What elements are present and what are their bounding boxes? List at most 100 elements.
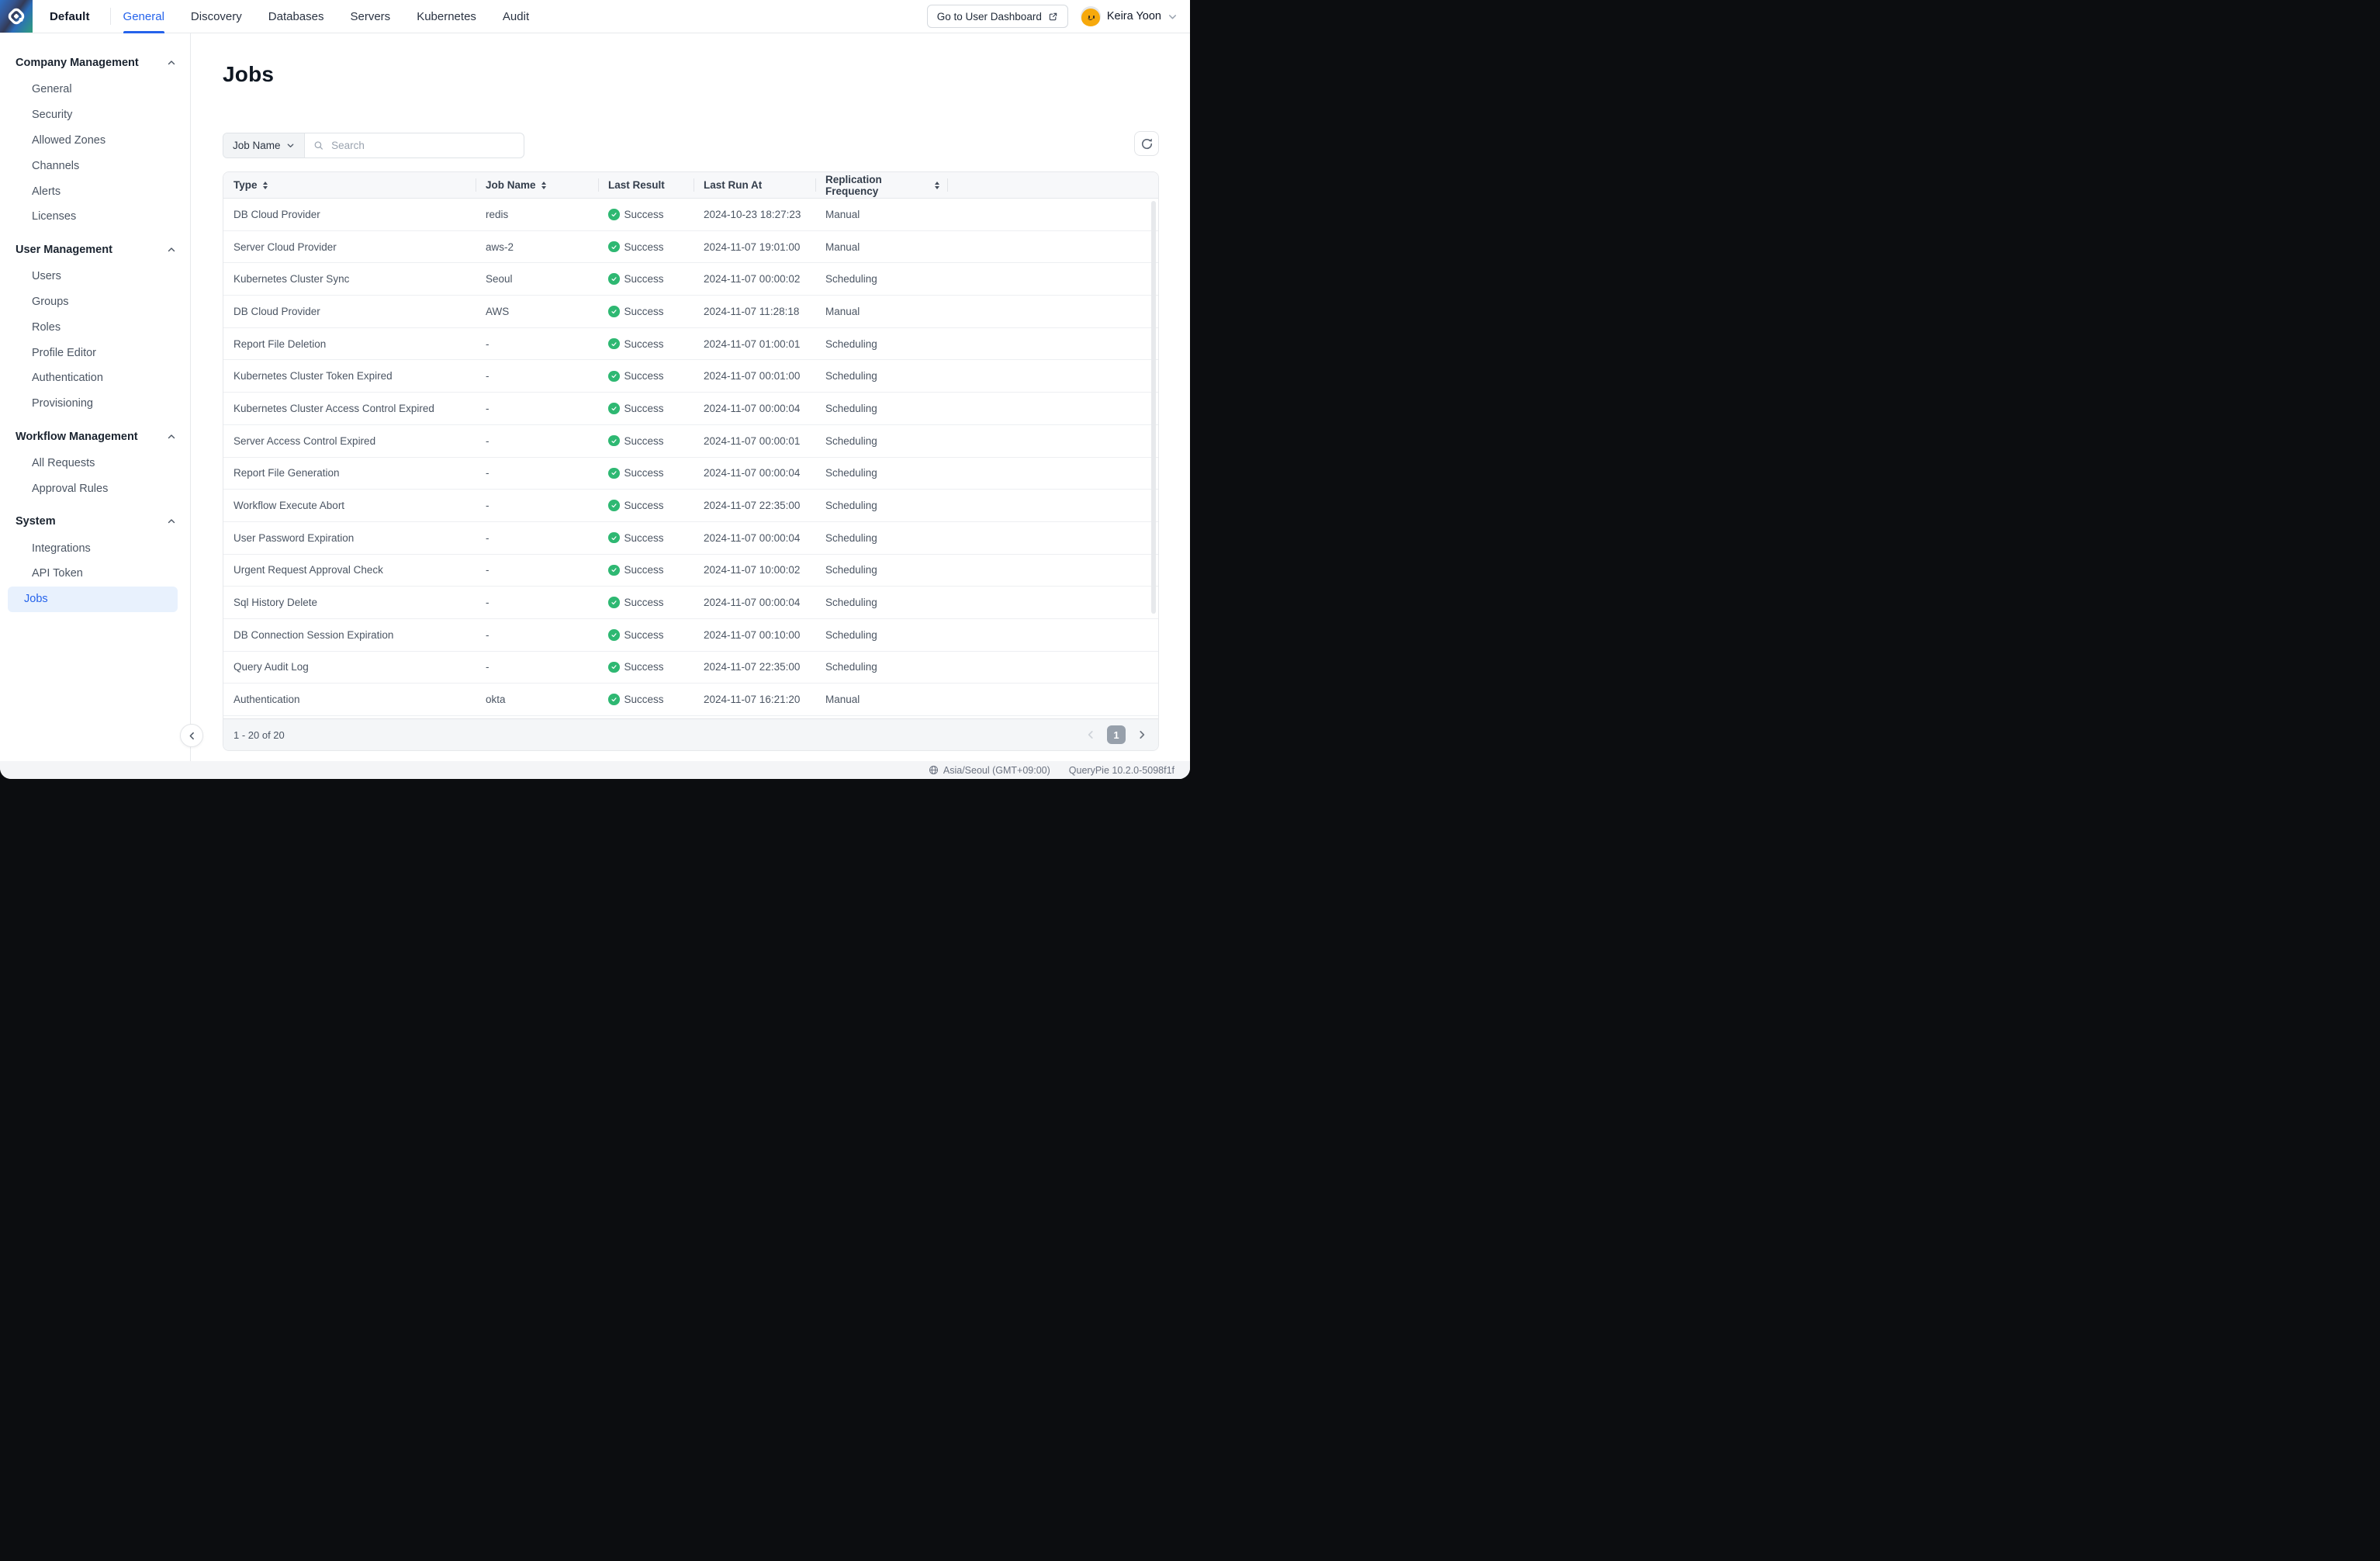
sidebar-item-roles[interactable]: Roles <box>8 314 178 340</box>
next-page-button[interactable] <box>1136 729 1147 740</box>
success-check-icon <box>608 629 620 641</box>
cell-empty <box>947 199 1158 230</box>
column-header-type[interactable]: Type <box>223 172 476 198</box>
table-row[interactable]: Workflow Execute Abort - Success 2024-11… <box>223 490 1158 522</box>
table-row[interactable]: Server Access Control Expired - Success … <box>223 425 1158 458</box>
search-input[interactable] <box>330 139 515 152</box>
filter-row: Job Name <box>223 131 1159 158</box>
success-check-icon <box>608 306 620 317</box>
sidebar-item-allowed-zones[interactable]: Allowed Zones <box>8 128 178 154</box>
table-row[interactable]: Authentication okta Success 2024-11-07 1… <box>223 684 1158 716</box>
table-row[interactable]: Kubernetes Cluster Sync Seoul Success 20… <box>223 263 1158 296</box>
success-check-icon <box>608 338 620 350</box>
cell-replication-frequency: Manual <box>815 199 947 230</box>
sidebar-item-all-requests[interactable]: All Requests <box>8 451 178 476</box>
table-row[interactable]: Kubernetes Cluster Token Expired - Succe… <box>223 360 1158 393</box>
sidebar-section-header[interactable]: User Management <box>0 240 190 260</box>
result-label: Success <box>624 435 664 447</box>
sidebar-section-header[interactable]: Company Management <box>0 53 190 73</box>
sidebar-section: System IntegrationsAPI TokenJobs <box>0 511 190 611</box>
sidebar-item-jobs[interactable]: Jobs <box>8 587 178 612</box>
cell-type: Kubernetes Cluster Token Expired <box>223 360 476 392</box>
nav-tab-databases[interactable]: Databases <box>268 0 324 33</box>
table-row[interactable]: Urgent Request Approval Check - Success … <box>223 555 1158 587</box>
table-row[interactable]: DB Cloud Provider AWS Success 2024-11-07… <box>223 296 1158 328</box>
sidebar-item-channels[interactable]: Channels <box>8 153 178 178</box>
cell-type: Sql History Delete <box>223 587 476 618</box>
cell-last-result: Success <box>598 425 694 457</box>
cell-last-run-at: 2024-11-07 16:21:20 <box>694 684 815 715</box>
cell-replication-frequency: Scheduling <box>815 490 947 521</box>
cell-job-name: - <box>476 555 598 587</box>
cell-last-run-at: 2024-11-07 22:35:00 <box>694 490 815 521</box>
nav-tab-general[interactable]: General <box>123 0 164 33</box>
filter-field-dropdown[interactable]: Job Name <box>223 133 305 157</box>
screen: Default General Discovery Databases Servers… <box>0 0 1190 780</box>
sidebar-item-provisioning[interactable]: Provisioning <box>8 391 178 417</box>
cell-type: Authentication <box>223 684 476 715</box>
sidebar-item-api-token[interactable]: API Token <box>8 561 178 587</box>
go-to-user-dashboard-button[interactable]: Go to User Dashboard <box>927 5 1068 28</box>
table-row[interactable]: Query Audit Log - Success 2024-11-07 22:… <box>223 652 1158 684</box>
sidebar-item-groups[interactable]: Groups <box>8 289 178 315</box>
sidebar-item-users[interactable]: Users <box>8 264 178 289</box>
cell-job-name: - <box>476 619 598 651</box>
nav-tab-servers[interactable]: Servers <box>351 0 391 33</box>
sidebar-item-alerts[interactable]: Alerts <box>8 178 178 204</box>
result-label: Success <box>624 209 664 220</box>
sidebar-item-general[interactable]: General <box>8 77 178 102</box>
querypie-logo[interactable] <box>0 0 33 33</box>
success-check-icon <box>608 403 620 414</box>
cell-type: Server Cloud Provider <box>223 231 476 263</box>
sidebar-section-header[interactable]: Workflow Management <box>0 427 190 447</box>
cell-job-name: - <box>476 652 598 684</box>
prev-page-button[interactable] <box>1085 729 1096 740</box>
sort-icon <box>541 182 546 189</box>
sidebar-item-approval-rules[interactable]: Approval Rules <box>8 476 178 501</box>
nav-tab-discovery[interactable]: Discovery <box>191 0 242 33</box>
sort-icon <box>935 182 939 189</box>
success-check-icon <box>608 694 620 705</box>
table-row[interactable]: Server Cloud Provider aws-2 Success 2024… <box>223 231 1158 264</box>
cell-empty <box>947 425 1158 457</box>
sidebar-item-profile-editor[interactable]: Profile Editor <box>8 340 178 365</box>
result-label: Success <box>624 597 664 608</box>
table-row[interactable]: Sql History Delete - Success 2024-11-07 … <box>223 587 1158 619</box>
sidebar-section-header[interactable]: System <box>0 511 190 531</box>
search-filter-group: Job Name <box>223 133 524 158</box>
nav-tab-audit[interactable]: Audit <box>503 0 529 33</box>
success-check-icon <box>608 662 620 673</box>
main-content: Jobs Job Name <box>191 33 1190 761</box>
column-header-replication-frequency[interactable]: Replication Frequency <box>815 172 947 198</box>
table-row[interactable]: Kubernetes Cluster Access Control Expire… <box>223 393 1158 425</box>
column-header-job-name[interactable]: Job Name <box>476 172 598 198</box>
footer-bar: Asia/Seoul (GMT+09:00) QueryPie 10.2.0-5… <box>0 761 1190 779</box>
cell-type: Report File Deletion <box>223 328 476 360</box>
page-title: Jobs <box>223 59 1159 90</box>
top-navigation-bar: Default General Discovery Databases Servers… <box>0 0 1190 33</box>
nav-tab-kubernetes[interactable]: Kubernetes <box>417 0 476 33</box>
cell-last-result: Success <box>598 490 694 521</box>
cell-empty <box>947 490 1158 521</box>
table-row[interactable]: DB Cloud Provider redis Success 2024-10-… <box>223 199 1158 231</box>
page-number-button[interactable]: 1 <box>1107 725 1126 744</box>
table-row[interactable]: User Password Expiration - Success 2024-… <box>223 522 1158 555</box>
result-label: Success <box>624 629 664 641</box>
table-scrollbar-thumb[interactable] <box>1151 201 1156 614</box>
table-row[interactable]: Report File Deletion - Success 2024-11-0… <box>223 328 1158 361</box>
cell-type: DB Cloud Provider <box>223 199 476 230</box>
table-row[interactable]: Report File Generation - Success 2024-11… <box>223 458 1158 490</box>
cell-last-run-at: 2024-11-07 01:00:01 <box>694 328 815 360</box>
table-row[interactable]: DB Connection Session Expiration - Succe… <box>223 619 1158 652</box>
cell-last-result: Success <box>598 393 694 424</box>
user-menu[interactable]: Keira Yoon <box>1081 6 1178 26</box>
refresh-button[interactable] <box>1134 131 1159 156</box>
sidebar-item-security[interactable]: Security <box>8 102 178 128</box>
column-header-last-run-at: Last Run At <box>694 172 815 198</box>
sidebar-item-integrations[interactable]: Integrations <box>8 535 178 561</box>
cell-replication-frequency: Scheduling <box>815 328 947 360</box>
sidebar-collapse-button[interactable] <box>180 724 203 747</box>
org-switcher[interactable]: Default <box>50 10 90 23</box>
sidebar-item-licenses[interactable]: Licenses <box>8 204 178 230</box>
sidebar-item-authentication[interactable]: Authentication <box>8 365 178 391</box>
